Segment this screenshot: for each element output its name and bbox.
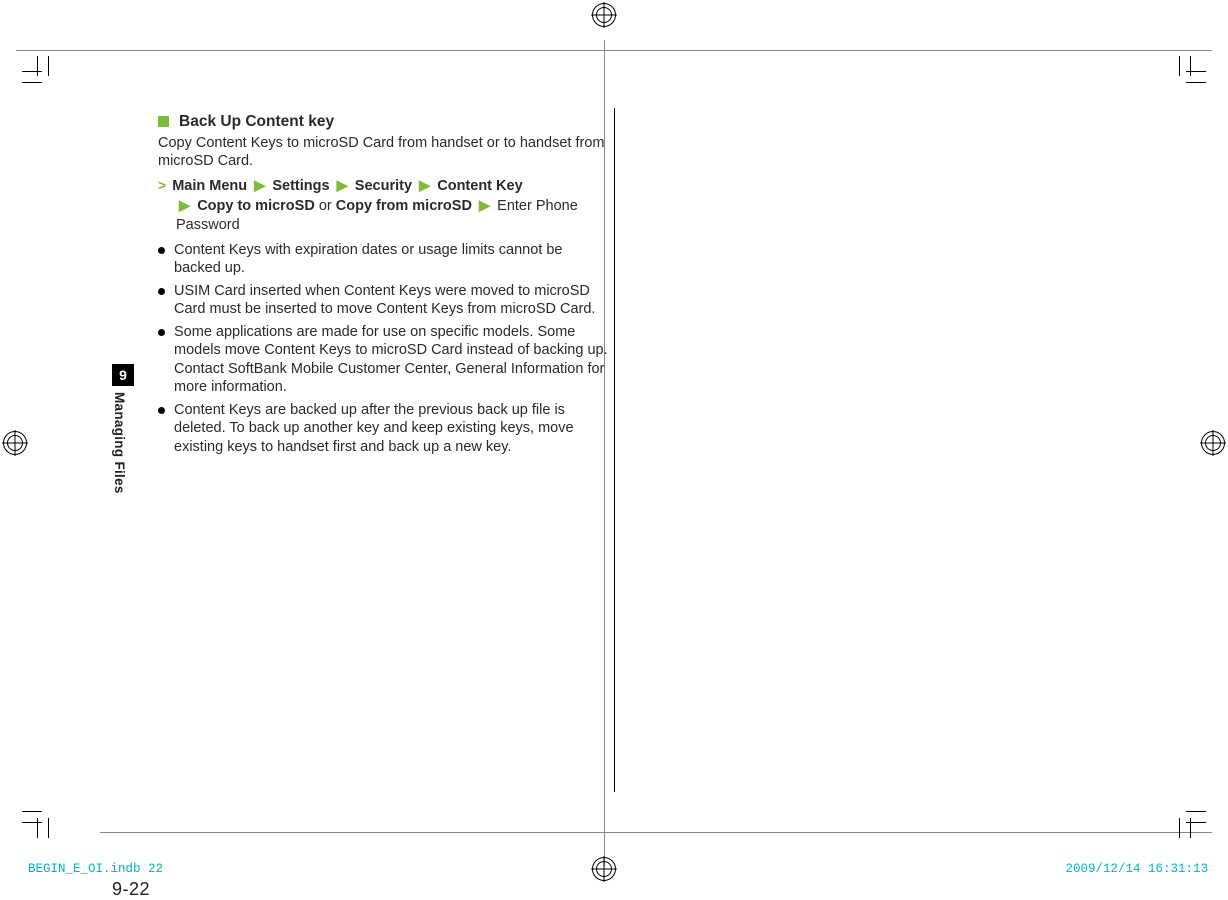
path-copy-from: Copy from microSD bbox=[336, 198, 472, 214]
menu-path-line2: ▶ Copy to microSD or Copy from microSD ▶… bbox=[176, 197, 608, 234]
chevron-right-icon: ▶ bbox=[479, 198, 490, 214]
path-or: or bbox=[315, 198, 336, 214]
chevron-right-icon: ▶ bbox=[419, 178, 430, 194]
page-number: 9-22 bbox=[112, 879, 150, 900]
path-main-menu: Main Menu bbox=[172, 178, 247, 194]
section-heading: Back Up Content key bbox=[158, 112, 608, 132]
list-item: Content Keys are backed up after the pre… bbox=[158, 401, 608, 457]
chapter-tab: 9 Managing Files bbox=[112, 364, 134, 512]
chevron-right-icon: ▶ bbox=[254, 178, 265, 194]
chapter-number: 9 bbox=[112, 364, 134, 386]
list-item: Some applications are made for use on sp… bbox=[158, 323, 608, 397]
slug-stamp: 2009/12/14 16:31:13 bbox=[1065, 862, 1208, 876]
square-bullet-icon bbox=[158, 116, 169, 127]
list-item: Content Keys with expiration dates or us… bbox=[158, 241, 608, 278]
path-settings: Settings bbox=[272, 178, 329, 194]
chevron-right-icon: ▶ bbox=[337, 178, 348, 194]
path-content-key: Content Key bbox=[437, 178, 522, 194]
path-copy-to: Copy to microSD bbox=[197, 198, 315, 214]
column-divider bbox=[614, 108, 615, 792]
chapter-title: Managing Files bbox=[112, 392, 127, 512]
content-column: Back Up Content key Copy Content Keys to… bbox=[158, 112, 608, 461]
path-security: Security bbox=[355, 178, 412, 194]
menu-path-line1: > Main Menu ▶ Settings ▶ Security ▶ Cont… bbox=[158, 177, 608, 196]
slug-line: BEGIN_E_OI.indb 22 2009/12/14 16:31:13 bbox=[28, 862, 1208, 876]
chevron-right-icon: ▶ bbox=[179, 198, 190, 214]
list-item: USIM Card inserted when Content Keys wer… bbox=[158, 282, 608, 319]
notes-list: Content Keys with expiration dates or us… bbox=[158, 241, 608, 457]
section-intro: Copy Content Keys to microSD Card from h… bbox=[158, 134, 608, 171]
section-title: Back Up Content key bbox=[179, 113, 334, 130]
path-start-icon: > bbox=[158, 177, 166, 193]
manual-page: 9 Managing Files Back Up Content key Cop… bbox=[112, 108, 1112, 808]
slug-file: BEGIN_E_OI.indb 22 bbox=[28, 862, 163, 876]
